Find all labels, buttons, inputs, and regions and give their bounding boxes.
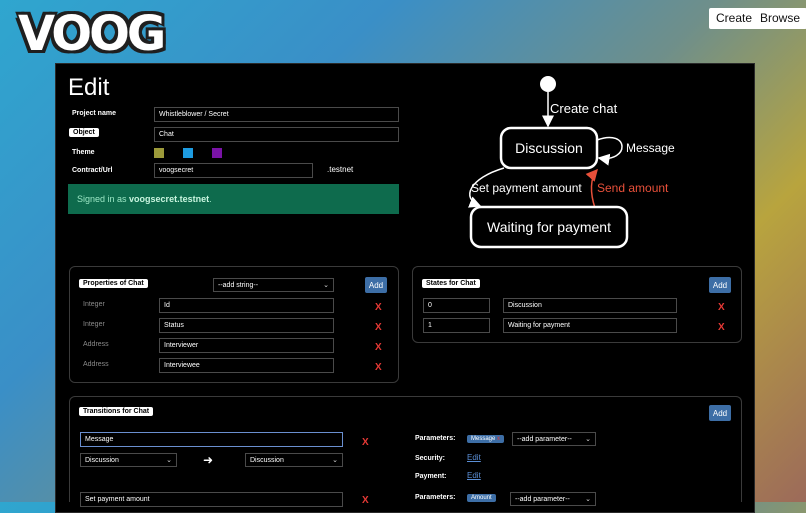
property-type: Integer <box>83 321 105 328</box>
from-state-value: Discussion <box>85 456 119 464</box>
states-title: States for Chat <box>422 279 480 288</box>
object-input[interactable]: Chat <box>154 127 399 142</box>
create-button[interactable]: Create <box>709 8 760 29</box>
add-property-select-label: --add string-- <box>218 281 259 289</box>
property-type: Integer <box>83 301 105 308</box>
transition-name-input[interactable]: Message <box>80 432 343 447</box>
contract-label: Contract/Url <box>72 167 113 174</box>
delete-state-icon[interactable]: X <box>718 302 725 313</box>
properties-title: Properties of Chat <box>79 279 148 288</box>
from-state-select[interactable]: Discussion ⌄ <box>80 453 177 467</box>
state-id-input[interactable]: 1 <box>423 318 490 333</box>
voog-logo[interactable]: VOOG <box>18 6 166 62</box>
arrow-right-icon: ➜ <box>203 453 214 467</box>
property-type: Address <box>83 361 109 368</box>
send-amount-label: Send amount <box>597 181 669 195</box>
set-payment-label: Set payment amount <box>471 181 582 195</box>
add-parameter-select[interactable]: --add parameter-- ⌄ <box>510 492 596 506</box>
add-property-button[interactable]: Add <box>365 277 387 293</box>
add-parameter-label: --add parameter-- <box>515 495 570 503</box>
theme-label: Theme <box>72 149 95 156</box>
theme-swatch-purple[interactable] <box>212 148 222 158</box>
payment-label: Payment: <box>415 473 447 480</box>
contract-input[interactable]: voogsecret <box>154 163 313 178</box>
delete-property-icon[interactable]: X <box>375 302 382 313</box>
theme-swatch-olive[interactable] <box>154 148 164 158</box>
property-name-input[interactable]: Status <box>159 318 334 333</box>
add-state-button[interactable]: Add <box>709 277 731 293</box>
delete-property-icon[interactable]: X <box>375 322 382 333</box>
add-parameter-label: --add parameter-- <box>517 435 572 443</box>
project-name-input[interactable]: Whistleblower / Secret <box>154 107 399 122</box>
delete-property-icon[interactable]: X <box>375 342 382 353</box>
add-parameter-select[interactable]: --add parameter-- ⌄ <box>512 432 596 446</box>
chevron-down-icon: ⌄ <box>332 457 338 464</box>
chevron-down-icon: ⌄ <box>166 457 172 464</box>
state-diagram: Create chat Discussion Message Set payme… <box>468 76 675 249</box>
remove-parameter-icon[interactable]: x <box>497 436 500 442</box>
to-state-value: Discussion <box>250 456 284 464</box>
delete-state-icon[interactable]: X <box>718 322 725 333</box>
signed-in-banner: Signed in as voogsecret.testnet. <box>68 184 399 214</box>
project-name-label: Project name <box>72 110 116 117</box>
property-name-input[interactable]: Interviewee <box>159 358 334 373</box>
theme-swatch-blue[interactable] <box>183 148 193 158</box>
delete-transition-icon[interactable]: X <box>362 495 369 506</box>
transitions-panel <box>69 396 742 502</box>
parameter-tag[interactable]: Message x <box>467 435 505 443</box>
create-chat-label: Create chat <box>550 101 618 116</box>
signed-account: voogsecret.testnet <box>129 194 210 204</box>
state-id-input[interactable]: 0 <box>423 298 490 313</box>
state-name-input[interactable]: Discussion <box>503 298 677 313</box>
chevron-down-icon: ⌄ <box>585 436 591 443</box>
message-loop-label: Message <box>626 141 675 155</box>
add-transition-button[interactable]: Add <box>709 405 731 421</box>
payment-edit-link[interactable]: Edit <box>467 471 481 480</box>
add-property-select[interactable]: --add string-- ⌄ <box>213 278 334 292</box>
delete-transition-icon[interactable]: X <box>362 437 369 448</box>
state-discussion-text: Discussion <box>515 140 583 156</box>
page-title: Edit <box>68 74 110 101</box>
object-label: Object <box>69 128 99 137</box>
parameters-label: Parameters: <box>415 494 456 501</box>
chevron-down-icon: ⌄ <box>323 282 329 289</box>
to-state-select[interactable]: Discussion ⌄ <box>245 453 343 467</box>
parameters-label: Parameters: <box>415 435 456 442</box>
message-loop-arrow <box>596 136 623 166</box>
security-edit-link[interactable]: Edit <box>467 453 481 462</box>
state-waiting-text: Waiting for payment <box>487 219 611 235</box>
contract-suffix: .testnet <box>327 165 354 174</box>
property-name-input[interactable]: Id <box>159 298 334 313</box>
transitions-title: Transitions for Chat <box>79 407 154 416</box>
signed-prefix: Signed in as <box>77 194 130 204</box>
delete-property-icon[interactable]: X <box>375 362 382 373</box>
transition-name-input[interactable]: Set payment amount <box>80 492 343 507</box>
security-label: Security: <box>415 455 445 462</box>
state-name-input[interactable]: Waiting for payment <box>503 318 677 333</box>
browse-button[interactable]: Browse <box>753 8 806 29</box>
property-type: Address <box>83 341 109 348</box>
signed-suffix: . <box>209 194 212 204</box>
parameter-tag[interactable]: Amount <box>467 494 496 502</box>
property-name-input[interactable]: Interviewer <box>159 338 334 353</box>
initial-state-node <box>540 76 556 92</box>
parameter-tag-label: Message <box>471 436 496 442</box>
